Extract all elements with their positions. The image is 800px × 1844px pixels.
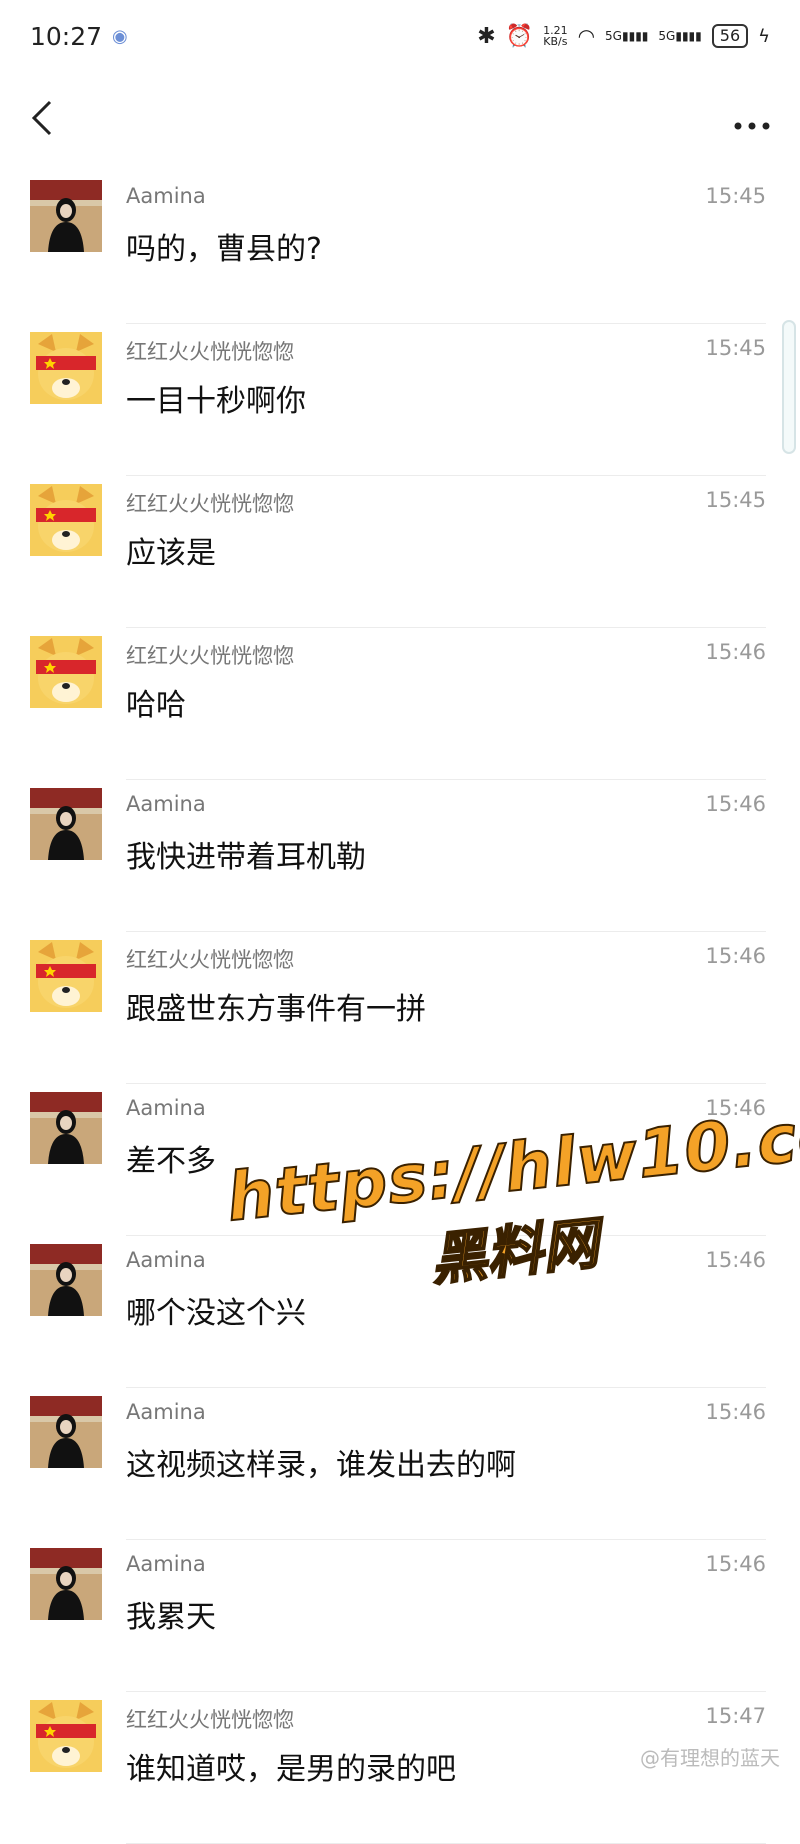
sender-name: 红红火火恍恍惚惚 — [126, 492, 294, 516]
alarm-icon: ⏰ — [505, 23, 534, 49]
status-bar: 10:27 ◉ ✱ ⏰ 1.21 KB/s ◠ 5G▮▮▮▮ 5G▮▮▮▮ 56… — [0, 0, 800, 72]
message-item[interactable]: Aamina 15:45 吗的，曹县的? — [0, 172, 800, 324]
message-list: Aamina 15:45 吗的，曹县的? 红红火火恍恍惚惚 15:45 一目十秒啊你 红红火… — [0, 172, 800, 1844]
message-text: 我累天 — [126, 1600, 216, 1635]
avatar-aamina[interactable] — [30, 1396, 102, 1468]
sender-name: 红红火火恍恍惚惚 — [126, 948, 294, 972]
sender-name: 红红火火恍恍惚惚 — [126, 1708, 294, 1732]
nav-bar — [0, 80, 800, 160]
message-text: 跟盛世东方事件有一拼 — [126, 992, 426, 1027]
message-item[interactable]: Aamina 15:46 差不多 — [0, 1084, 800, 1236]
bluetooth-icon: ✱ — [477, 23, 496, 49]
message-time: 15:46 — [705, 1248, 766, 1272]
message-text: 我快进带着耳机勒 — [126, 840, 366, 875]
message-text: 应该是 — [126, 536, 216, 571]
message-time: 15:46 — [705, 792, 766, 816]
sender-name: Aamina — [126, 1096, 206, 1120]
message-item[interactable]: Aamina 15:46 我快进带着耳机勒 — [0, 780, 800, 932]
chevron-left-icon[interactable] — [30, 97, 54, 143]
avatar-aamina[interactable] — [30, 1092, 102, 1164]
message-text: 谁知道哎，是男的录的吧 — [126, 1752, 456, 1787]
message-time: 15:46 — [705, 1552, 766, 1576]
app-notification-icon: ◉ — [112, 25, 128, 47]
avatar-aamina[interactable] — [30, 1548, 102, 1620]
sender-name: Aamina — [126, 1552, 206, 1576]
avatar-aamina[interactable] — [30, 180, 102, 252]
avatar-doge[interactable] — [30, 636, 102, 708]
message-text: 吗的，曹县的? — [126, 232, 322, 267]
message-text: 哪个没这个兴 — [126, 1296, 306, 1331]
message-item[interactable]: Aamina 15:46 哪个没这个兴 — [0, 1236, 800, 1388]
charging-icon: ϟ — [758, 25, 770, 47]
sender-name: 红红火火恍恍惚惚 — [126, 340, 294, 364]
avatar-doge[interactable] — [30, 332, 102, 404]
weibo-credit: @有理想的蓝天 — [640, 1746, 780, 1770]
signal-5g-1: 5G▮▮▮▮ — [605, 29, 649, 43]
sender-name: 红红火火恍恍惚惚 — [126, 644, 294, 668]
message-item[interactable]: 红红火火恍恍惚惚 15:45 一目十秒啊你 — [0, 324, 800, 476]
sender-name: Aamina — [126, 792, 206, 816]
message-time: 15:46 — [705, 640, 766, 664]
back-arrow-svg — [31, 100, 52, 136]
message-time: 15:46 — [705, 1096, 766, 1120]
message-text: 一目十秒啊你 — [126, 384, 306, 419]
message-text: 这视频这样录，谁发出去的啊 — [126, 1448, 516, 1483]
signal-5g-2: 5G▮▮▮▮ — [658, 29, 702, 43]
status-icons: ✱ ⏰ 1.21 KB/s ◠ 5G▮▮▮▮ 5G▮▮▮▮ 56 ϟ — [477, 24, 770, 49]
message-item[interactable]: 红红火火恍恍惚惚 15:46 跟盛世东方事件有一拼 — [0, 932, 800, 1084]
more-dots-icon[interactable] — [734, 101, 770, 139]
battery-indicator: 56 — [711, 24, 749, 48]
avatar-aamina[interactable] — [30, 788, 102, 860]
message-item[interactable]: Aamina 15:46 这视频这样录，谁发出去的啊 — [0, 1388, 800, 1540]
net-speed: 1.21 KB/s — [543, 24, 568, 48]
message-time: 15:46 — [705, 1400, 766, 1424]
status-time: 10:27 ◉ — [30, 21, 128, 51]
avatar-aamina[interactable] — [30, 1244, 102, 1316]
message-item[interactable]: 红红火火恍恍惚惚 15:46 哈哈 — [0, 628, 800, 780]
avatar-doge[interactable] — [30, 484, 102, 556]
message-item[interactable]: Aamina 15:46 我累天 — [0, 1540, 800, 1692]
message-text: 哈哈 — [126, 688, 186, 723]
message-time: 15:45 — [705, 488, 766, 512]
message-time: 15:45 — [705, 336, 766, 360]
avatar-doge[interactable] — [30, 1700, 102, 1772]
dots-svg — [734, 122, 770, 130]
avatar-doge[interactable] — [30, 940, 102, 1012]
message-text: 差不多 — [126, 1144, 216, 1179]
message-time: 15:45 — [705, 184, 766, 208]
sender-name: Aamina — [126, 1400, 206, 1424]
wifi-icon: ◠ — [577, 24, 596, 48]
message-item[interactable]: 红红火火恍恍惚惚 15:45 应该是 — [0, 476, 800, 628]
sender-name: Aamina — [126, 1248, 206, 1272]
message-time: 15:47 — [705, 1704, 766, 1728]
sender-name: Aamina — [126, 184, 206, 208]
message-time: 15:46 — [705, 944, 766, 968]
